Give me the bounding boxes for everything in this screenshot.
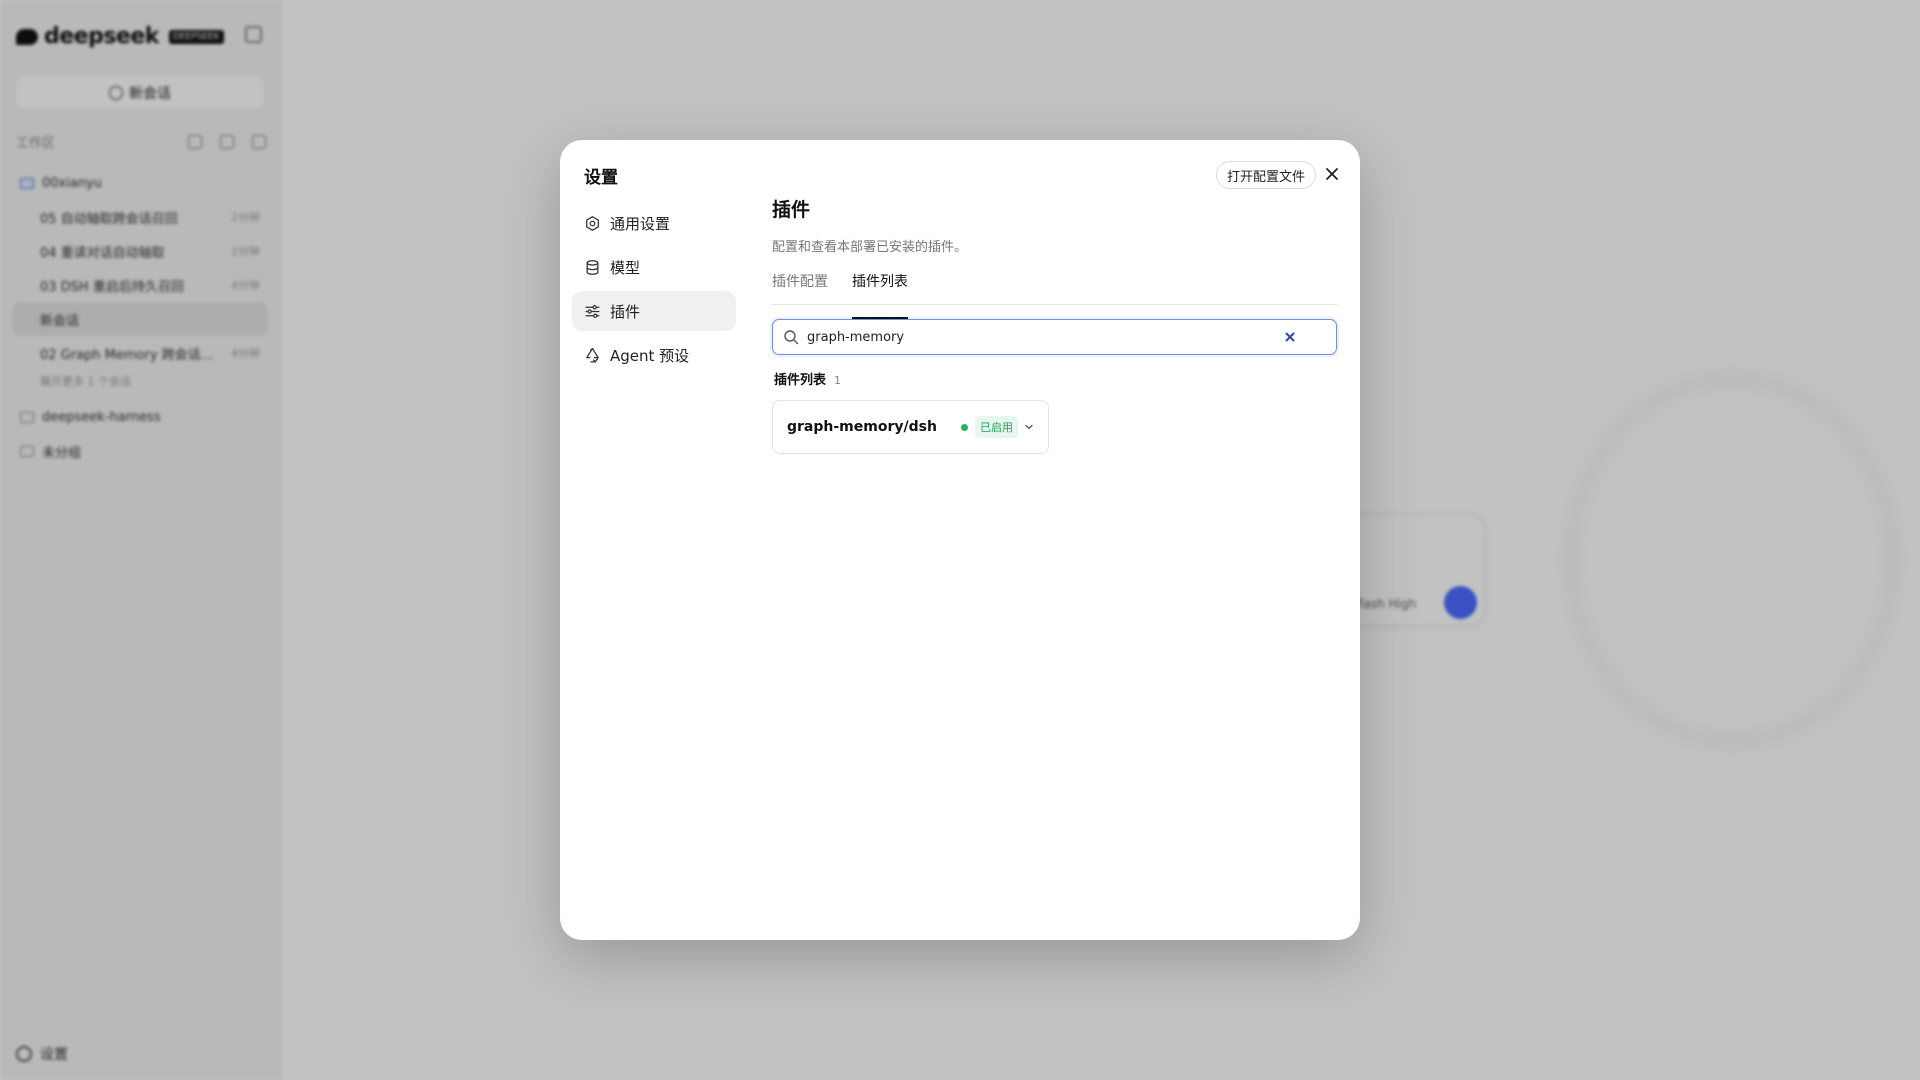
plugin-tabs: 插件配置 插件列表	[772, 273, 1337, 319]
plugins-panel: 插件 配置和查看本部署已安装的插件。 插件配置 插件列表 插件列表 1 grap…	[772, 195, 1337, 454]
status-badge: 已启用	[975, 416, 1018, 438]
plugin-list-header: 插件列表 1	[772, 369, 1337, 388]
sliders-icon	[585, 304, 600, 318]
settings-nav: 通用设置 模型 插件 Agent 预设	[572, 203, 736, 379]
search-input[interactable]	[807, 329, 1284, 345]
settings-modal: 设置 通用设置 模型 插件 Agent 预设 打开配置文件 插件 配置和查看本部…	[560, 140, 1360, 940]
plugin-search	[772, 319, 1337, 355]
nav-item-agent-presets[interactable]: Agent 预设	[572, 335, 736, 375]
nav-item-general[interactable]: 通用设置	[572, 203, 736, 243]
section-title: 插件	[772, 199, 811, 221]
nav-label: 通用设置	[610, 214, 671, 233]
tab-plugin-list[interactable]: 插件列表	[852, 273, 908, 319]
plugin-name: graph-memory/dsh	[787, 419, 937, 435]
section-description: 配置和查看本部署已安装的插件。	[772, 240, 968, 255]
plugin-count: 1	[834, 374, 842, 387]
open-config-button[interactable]: 打开配置文件	[1216, 161, 1317, 189]
database-icon	[586, 259, 599, 275]
status-dot-icon	[961, 423, 968, 431]
nav-label: Agent 预设	[610, 346, 690, 365]
modal-title: 设置	[584, 168, 618, 188]
nav-item-plugins[interactable]: 插件	[572, 291, 736, 331]
clear-search-icon[interactable]	[1284, 331, 1296, 343]
nav-label: 插件	[610, 302, 641, 321]
tab-plugin-config[interactable]: 插件配置	[772, 273, 828, 304]
plugin-list-title: 插件列表	[774, 373, 827, 388]
close-icon[interactable]	[1322, 164, 1342, 184]
nav-label: 模型	[610, 258, 641, 277]
recycle-icon	[586, 347, 599, 363]
gear-icon	[586, 215, 599, 231]
chevron-down-icon[interactable]	[1024, 422, 1034, 432]
plugin-card[interactable]: graph-memory/dsh 已启用	[772, 400, 1049, 454]
nav-item-model[interactable]: 模型	[572, 247, 736, 287]
search-icon	[784, 330, 799, 345]
